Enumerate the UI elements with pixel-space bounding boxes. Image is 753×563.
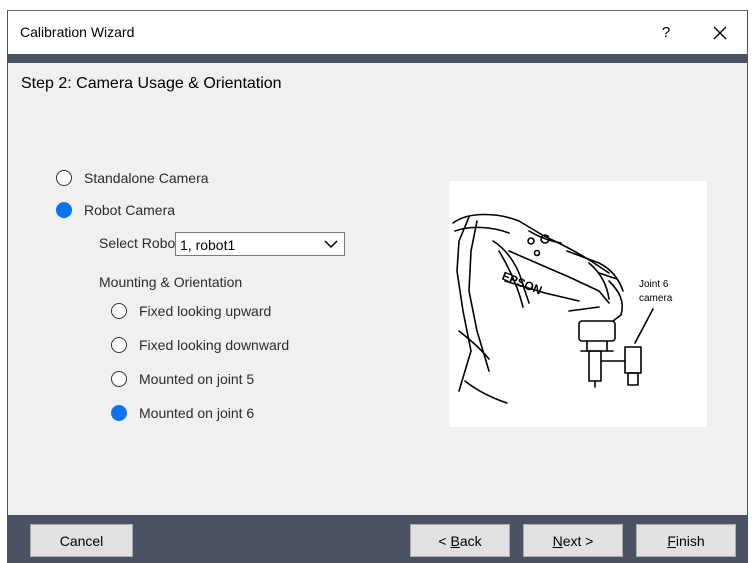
- callout-camera: camera: [639, 293, 673, 304]
- radio-label: Mounted on joint 5: [139, 371, 255, 387]
- title-bar[interactable]: Calibration Wizard ?: [8, 10, 747, 54]
- radio-label: Standalone Camera: [84, 170, 209, 186]
- radio-mounted-joint-6[interactable]: Mounted on joint 6: [111, 405, 254, 421]
- radio-button[interactable]: [111, 337, 127, 353]
- back-mnemonic: B: [450, 532, 460, 549]
- epson-brand-text: EPSON: [500, 269, 544, 298]
- help-button[interactable]: ?: [651, 21, 681, 45]
- mounting-orientation-label: Mounting & Orientation: [99, 274, 243, 290]
- robot-arm-drawing: EPSON Joint 6 camera: [452, 213, 673, 404]
- select-robot-dropdown[interactable]: 1, robot1: [175, 232, 345, 256]
- radio-button-selected[interactable]: [111, 405, 127, 421]
- radio-robot-camera[interactable]: Robot Camera: [56, 202, 175, 218]
- radio-fixed-downward[interactable]: Fixed looking downward: [111, 337, 289, 353]
- radio-button[interactable]: [111, 303, 127, 319]
- select-robot-label: Select Robot:: [99, 235, 184, 251]
- finish-mnemonic: F: [667, 532, 676, 549]
- radio-label: Mounted on joint 6: [139, 405, 255, 421]
- back-prefix: <: [438, 532, 451, 549]
- next-rest: ext >: [562, 532, 594, 549]
- radio-fixed-upward[interactable]: Fixed looking upward: [111, 303, 271, 319]
- radio-standalone-camera[interactable]: Standalone Camera: [56, 170, 209, 186]
- select-robot-value: 1, robot1: [180, 237, 236, 253]
- cancel-button[interactable]: Cancel: [30, 524, 133, 557]
- wizard-content: Step 2: Camera Usage & Orientation Stand…: [16, 63, 739, 515]
- radio-label: Fixed looking downward: [139, 337, 290, 353]
- step-title: Step 2: Camera Usage & Orientation: [21, 75, 282, 92]
- finish-button[interactable]: Finish: [636, 524, 736, 557]
- cancel-label: Cancel: [59, 532, 104, 549]
- radio-button[interactable]: [111, 371, 127, 387]
- radio-mounted-joint-5[interactable]: Mounted on joint 5: [111, 371, 254, 387]
- radio-label: Fixed looking upward: [139, 303, 272, 319]
- radio-button-selected[interactable]: [56, 202, 72, 218]
- radio-button[interactable]: [56, 170, 72, 186]
- back-rest: ack: [459, 532, 482, 549]
- next-button[interactable]: Next >: [523, 524, 623, 557]
- robot-camera-illustration: EPSON Joint 6 camera: [449, 181, 707, 427]
- callout-joint6: Joint 6: [639, 279, 669, 290]
- window-title: Calibration Wizard: [20, 24, 135, 40]
- back-button[interactable]: < Back: [410, 524, 510, 557]
- chevron-down-icon: [324, 240, 338, 249]
- frame-bar: [8, 54, 747, 63]
- calibration-wizard-window: Calibration Wizard ? Step 2: Camera Usag…: [7, 10, 748, 563]
- radio-label: Robot Camera: [84, 202, 176, 218]
- finish-rest: inish: [675, 532, 705, 549]
- close-button[interactable]: [700, 21, 740, 45]
- close-icon: [713, 26, 727, 40]
- next-mnemonic: N: [552, 532, 563, 549]
